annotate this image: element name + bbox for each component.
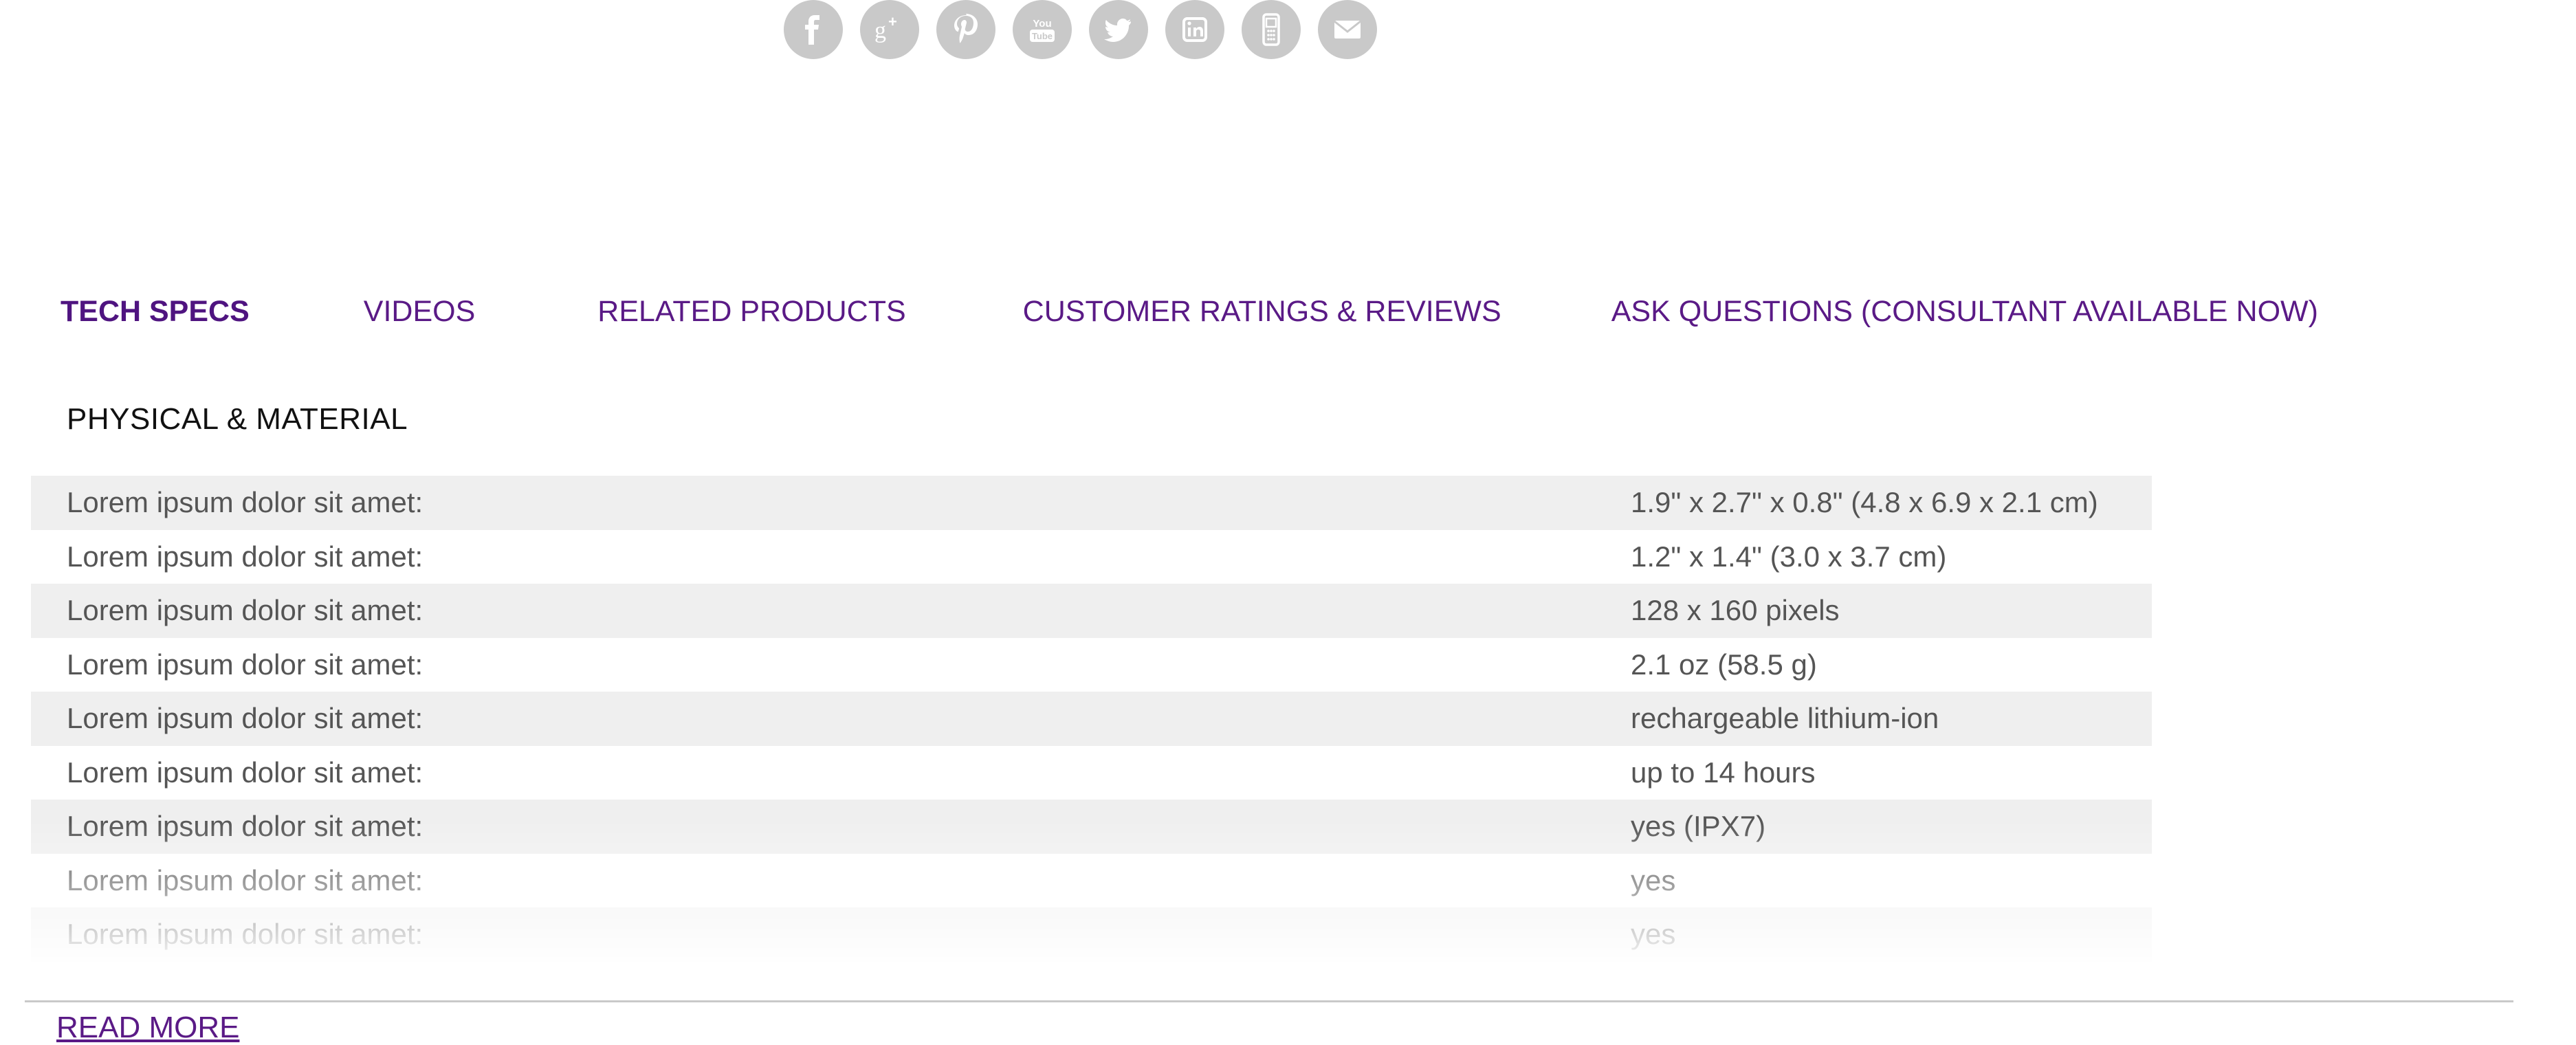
spec-row: Lorem ipsum dolor sit amet: rechargeable … [31, 692, 2152, 746]
spec-value: yes [1631, 864, 1676, 896]
spec-label: Lorem ipsum dolor sit amet: [67, 864, 423, 896]
spec-row: Lorem ipsum dolor sit amet: yes (IPX7) [31, 800, 2152, 854]
tab-related-products[interactable]: RELATED PRODUCTS [597, 295, 905, 329]
spec-row: Lorem ipsum dolor sit amet: yes [31, 908, 2152, 962]
twitter-icon[interactable] [1089, 0, 1148, 59]
spec-label: Lorem ipsum dolor sit amet: [67, 648, 423, 681]
spec-value: 2.1 oz (58.5 g) [1631, 648, 1817, 681]
spec-row: Lorem ipsum dolor sit amet: 128 x 160 pix… [31, 584, 2152, 638]
spec-label: Lorem ipsum dolor sit amet: [67, 918, 423, 951]
divider [25, 1000, 2513, 1002]
spec-value: yes (IPX7) [1631, 810, 1766, 843]
spec-label: Lorem ipsum dolor sit amet: [67, 540, 423, 573]
spec-value: 1.9" x 2.7" x 0.8" (4.8 x 6.9 x 2.1 cm) [1631, 486, 2098, 519]
google-plus-icon[interactable]: g + [860, 0, 919, 59]
spec-label: Lorem ipsum dolor sit amet: [67, 756, 423, 789]
spec-label: Lorem ipsum dolor sit amet: [67, 810, 423, 843]
svg-text:+: + [888, 13, 897, 30]
spec-label: Lorem ipsum dolor sit amet: [67, 702, 423, 735]
svg-text:g: g [874, 18, 886, 43]
section-title: PHYSICAL & MATERIAL [67, 402, 408, 436]
specs-table: Lorem ipsum dolor sit amet: 1.9" x 2.7" x… [31, 476, 2152, 962]
tab-ask-questions[interactable]: ASK QUESTIONS (CONSULTANT AVAILABLE NOW) [1611, 295, 2318, 329]
spec-value: 128 x 160 pixels [1631, 594, 1840, 627]
facebook-icon[interactable] [784, 0, 843, 59]
tab-tech-specs[interactable]: TECH SPECS [60, 295, 250, 329]
product-tabs: TECH SPECS VIDEOS RELATED PRODUCTS CUSTO… [60, 289, 2318, 334]
spec-label: Lorem ipsum dolor sit amet: [67, 486, 423, 519]
email-icon[interactable] [1318, 0, 1377, 59]
youtube-icon[interactable]: You Tube [1013, 0, 1072, 59]
spec-value: yes [1631, 918, 1676, 951]
tab-customer-ratings-reviews[interactable]: CUSTOMER RATINGS & REVIEWS [1023, 295, 1501, 329]
spec-row: Lorem ipsum dolor sit amet: yes [31, 854, 2152, 908]
spec-value: up to 14 hours [1631, 756, 1816, 789]
spec-value: 1.2" x 1.4" (3.0 x 3.7 cm) [1631, 540, 1947, 573]
tab-videos[interactable]: VIDEOS [364, 295, 476, 329]
spec-row: Lorem ipsum dolor sit amet: 1.9" x 2.7" x… [31, 476, 2152, 530]
svg-text:You: You [1033, 18, 1051, 30]
pinterest-icon[interactable] [936, 0, 995, 59]
svg-text:Tube: Tube [1032, 31, 1053, 41]
spec-label: Lorem ipsum dolor sit amet: [67, 594, 423, 627]
spec-row: Lorem ipsum dolor sit amet: 1.2" x 1.4" (… [31, 530, 2152, 584]
spec-row: Lorem ipsum dolor sit amet: up to 14 hour… [31, 746, 2152, 800]
phone-icon[interactable] [1242, 0, 1301, 59]
social-share-bar: g + You Tube [784, 0, 1377, 59]
linkedin-icon[interactable] [1165, 0, 1224, 59]
spec-value: rechargeable lithium-ion [1631, 702, 1939, 735]
spec-row: Lorem ipsum dolor sit amet: 2.1 oz (58.5 … [31, 638, 2152, 692]
read-more-link[interactable]: READ MORE [56, 1011, 239, 1045]
